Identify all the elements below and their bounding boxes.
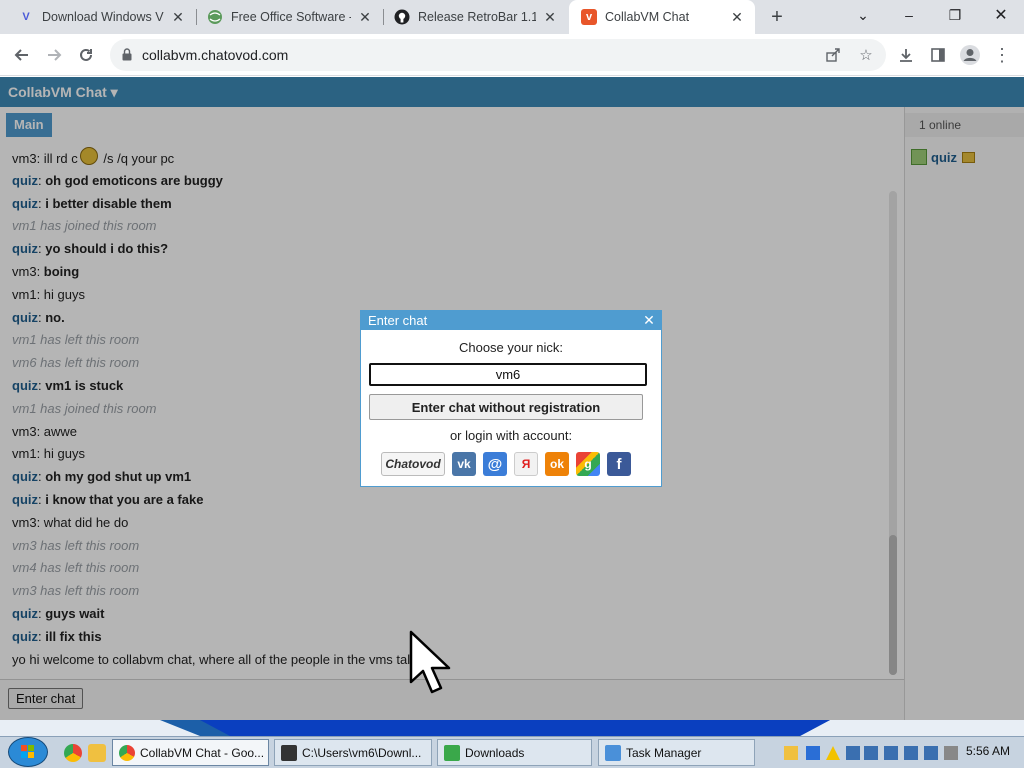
taskbar-button-label: C:\Users\vm6\Downl... — [302, 745, 422, 760]
address-bar[interactable]: collabvm.chatovod.com ☆ — [110, 39, 886, 71]
browser-toolbar: collabvm.chatovod.com ☆ ⋮ — [0, 34, 1024, 76]
tab-title: Download Windows V — [42, 10, 164, 24]
reload-icon — [80, 48, 92, 61]
minimize-button[interactable]: – — [886, 0, 932, 30]
tray-app-icon[interactable] — [784, 746, 798, 760]
yandex-login-icon[interactable]: Я — [514, 452, 538, 476]
dialog-title: Enter chat — [368, 313, 428, 328]
close-icon[interactable]: ✕ — [170, 9, 186, 25]
new-tab-button[interactable]: + — [764, 5, 790, 29]
enter-without-registration-button[interactable]: Enter chat without registration — [369, 394, 643, 420]
star-icon[interactable]: ☆ — [855, 44, 877, 66]
tab-collabvm-chat[interactable]: v CollabVM Chat ✕ — [569, 0, 755, 34]
arrow-right-icon — [48, 49, 62, 61]
tab-retrobar-release[interactable]: Release RetroBar 1.14 ✕ — [384, 0, 568, 34]
desktop-wallpaper-strip — [0, 720, 1024, 736]
side-panel-icon[interactable] — [924, 41, 952, 69]
enter-chat-dialog: Enter chat ✕ Choose your nick: Enter cha… — [360, 310, 662, 487]
clock[interactable]: 5:56 AM — [966, 744, 1010, 758]
lock-icon[interactable] — [122, 48, 132, 61]
taskbar-button-label: CollabVM Chat - Goo... — [140, 745, 265, 760]
browser-tab-strip: V Download Windows V ✕ Free Office Softw… — [0, 0, 1024, 34]
download-icon[interactable] — [892, 41, 920, 69]
close-icon[interactable]: ✕ — [357, 9, 373, 25]
close-icon[interactable]: ✕ — [642, 312, 656, 328]
chat-page: CollabVM Chat ▾ Main vm3: ill rd c /s /q… — [0, 77, 1024, 720]
restore-button[interactable]: ❐ — [932, 0, 978, 30]
tray-shield-icon[interactable] — [846, 746, 860, 760]
menu-kebab-icon[interactable]: ⋮ — [988, 41, 1016, 69]
forward-button[interactable] — [40, 41, 68, 69]
tray-monitor-icon-2[interactable] — [904, 746, 918, 760]
tab-search-button[interactable]: ⌄ — [840, 0, 886, 30]
windows-taskbar: CollabVM Chat - Goo... C:\Users\vm6\Down… — [0, 720, 1024, 768]
window-close-button[interactable]: ✕ — [978, 0, 1024, 30]
taskbar-button-task-manager[interactable]: Task Manager — [598, 739, 755, 766]
tab-title: Release RetroBar 1.14 — [418, 10, 536, 24]
7zip-icon — [281, 744, 297, 761]
taskbar-button-collabvm-chat[interactable]: CollabVM Chat - Goo... — [112, 739, 269, 766]
reload-button[interactable] — [72, 41, 100, 69]
globe-icon — [207, 9, 223, 25]
volume-muted-icon[interactable] — [944, 746, 958, 760]
login-label: or login with account: — [449, 428, 573, 443]
close-icon[interactable]: ✕ — [542, 9, 558, 25]
nick-input[interactable] — [369, 363, 647, 386]
chatovod-icon: v — [581, 9, 597, 25]
v-logo-icon: V — [22, 11, 30, 23]
tray-monitor-icon-3[interactable] — [924, 746, 938, 760]
tray-network-icon[interactable] — [864, 746, 878, 760]
tray-monitor-icon[interactable] — [884, 746, 898, 760]
close-icon[interactable]: ✕ — [729, 9, 745, 25]
tray-flag-icon[interactable] — [806, 746, 820, 760]
taskbar-button-label: Task Manager — [626, 745, 702, 760]
download-icon — [444, 744, 460, 761]
tab-free-office[interactable]: Free Office Software - ✕ — [197, 0, 383, 34]
profile-avatar-icon[interactable] — [956, 41, 984, 69]
tab-title: Free Office Software - — [231, 10, 351, 24]
github-icon — [394, 9, 410, 25]
share-icon[interactable] — [822, 44, 844, 66]
taskbar-button-downloads[interactable]: Downloads — [437, 739, 592, 766]
chatovod-login-button[interactable]: Chatovod — [381, 452, 445, 476]
back-button[interactable] — [8, 41, 36, 69]
start-button[interactable] — [8, 737, 48, 767]
mailru-login-icon[interactable]: @ — [483, 452, 507, 476]
chrome-icon — [119, 744, 135, 761]
mouse-pointer-icon — [409, 630, 451, 694]
folder-icon[interactable] — [88, 744, 106, 762]
dialog-titlebar: Enter chat ✕ — [361, 311, 661, 330]
taskbar-button-label: Downloads — [465, 745, 525, 760]
chrome-icon[interactable] — [64, 744, 82, 762]
url-text[interactable]: collabvm.chatovod.com — [142, 47, 288, 63]
tab-download-windows[interactable]: V Download Windows V ✕ — [0, 0, 196, 34]
arrow-left-icon — [14, 49, 28, 61]
taskbar-button-downloads-folder[interactable]: C:\Users\vm6\Downl... — [274, 739, 432, 766]
google-login-icon[interactable]: g — [576, 452, 600, 476]
tab-title: CollabVM Chat — [605, 10, 690, 24]
task-manager-icon — [605, 744, 621, 761]
vk-login-icon[interactable]: vk — [452, 452, 476, 476]
facebook-login-icon[interactable]: f — [607, 452, 631, 476]
odnoklassniki-login-icon[interactable]: ok — [545, 452, 569, 476]
nick-label: Choose your nick: — [458, 340, 564, 355]
login-providers: Chatovod vk @ Я ok g f — [381, 452, 638, 476]
